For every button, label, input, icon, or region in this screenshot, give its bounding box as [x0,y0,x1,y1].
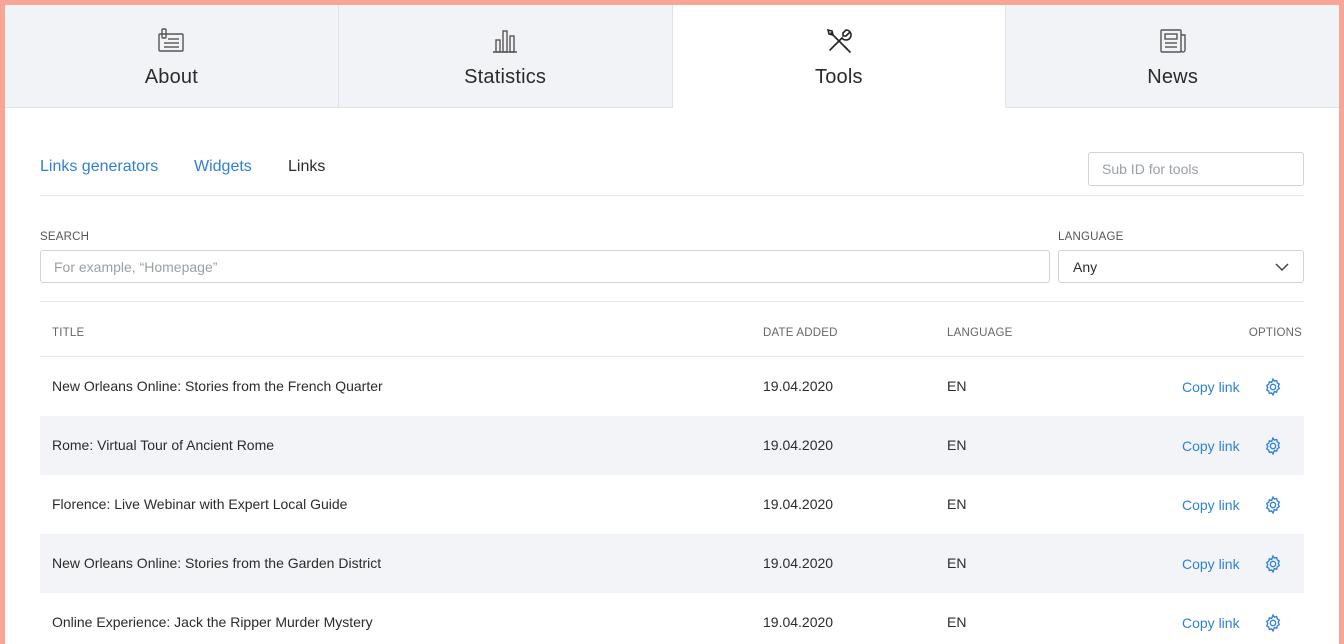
search-label: SEARCH [40,231,90,243]
row-title: New Orleans Online: Stories from the Gar… [52,555,382,571]
tab-label: Tools [815,66,863,88]
row-language: EN [947,437,967,453]
subnav-widgets[interactable]: Widgets [194,158,252,176]
header-date-added: DATE ADDED [763,327,838,339]
row-title: Florence: Live Webinar with Expert Local… [52,496,348,512]
row-title: Rome: Virtual Tour of Ancient Rome [52,437,275,453]
copy-link-button[interactable]: Copy link [1182,615,1240,631]
table-row: New Orleans Online: Stories from the Fre… [40,357,1304,416]
row-date: 19.04.2020 [763,614,834,630]
bar-chart-icon [493,30,518,53]
copy-link-button[interactable]: Copy link [1182,438,1240,454]
table-row: Rome: Virtual Tour of Ancient Rome 19.04.… [40,416,1304,475]
language-select-value: Any [1073,259,1098,275]
document-icon [158,28,185,52]
tab-label: About [144,66,198,88]
row-title: New Orleans Online: Stories from the Fre… [52,378,383,394]
chevron-down-icon [1275,263,1289,272]
row-date: 19.04.2020 [763,378,834,394]
gear-icon[interactable] [1263,436,1283,456]
row-date: 19.04.2020 [763,555,834,571]
tab-tools[interactable]: Tools [672,5,1007,108]
copy-link-button[interactable]: Copy link [1182,556,1240,572]
newspaper-icon [1159,29,1186,53]
tab-label: News [1147,66,1199,88]
subnav-links-generators[interactable]: Links generators [40,158,158,176]
search-input[interactable] [40,250,1050,283]
language-label: LANGUAGE [1058,231,1124,243]
row-title: Online Experience: Jack the Ripper Murde… [52,614,373,630]
gear-icon[interactable] [1263,554,1283,574]
table-row: New Orleans Online: Stories from the Gar… [40,534,1304,593]
tab-label: Statistics [464,66,547,88]
gear-icon[interactable] [1263,377,1283,397]
row-language: EN [947,614,967,630]
tools-icon [826,28,852,53]
table-body: New Orleans Online: Stories from the Fre… [40,357,1304,644]
row-language: EN [947,496,967,512]
header-title: TITLE [52,327,85,339]
page-frame: About Statistics Tools News Links genera… [5,5,1339,644]
tab-news[interactable]: News [1006,5,1339,108]
table-row: Florence: Live Webinar with Expert Local… [40,475,1304,534]
row-language: EN [947,378,967,394]
header-options: OPTIONS [1248,327,1302,339]
links-table: TITLE DATE ADDED LANGUAGE OPTIONS New Or… [40,302,1304,644]
top-tabs: About Statistics Tools News [5,5,1339,108]
table-row: Online Experience: Jack the Ripper Murde… [40,593,1304,644]
copy-link-button[interactable]: Copy link [1182,497,1240,513]
row-language: EN [947,555,967,571]
copy-link-button[interactable]: Copy link [1182,379,1240,395]
language-select[interactable]: Any [1058,250,1304,283]
subnav-links[interactable]: Links [288,158,325,176]
table-header: TITLE DATE ADDED LANGUAGE OPTIONS [40,302,1304,357]
row-date: 19.04.2020 [763,496,834,512]
gear-icon[interactable] [1263,613,1283,633]
row-date: 19.04.2020 [763,437,834,453]
sub-navigation: Links generators Widgets Links [40,152,1304,196]
gear-icon[interactable] [1263,495,1283,515]
header-language: LANGUAGE [947,327,1013,339]
subid-input[interactable] [1088,152,1304,186]
tab-statistics[interactable]: Statistics [338,5,673,108]
tab-about[interactable]: About [5,5,339,108]
